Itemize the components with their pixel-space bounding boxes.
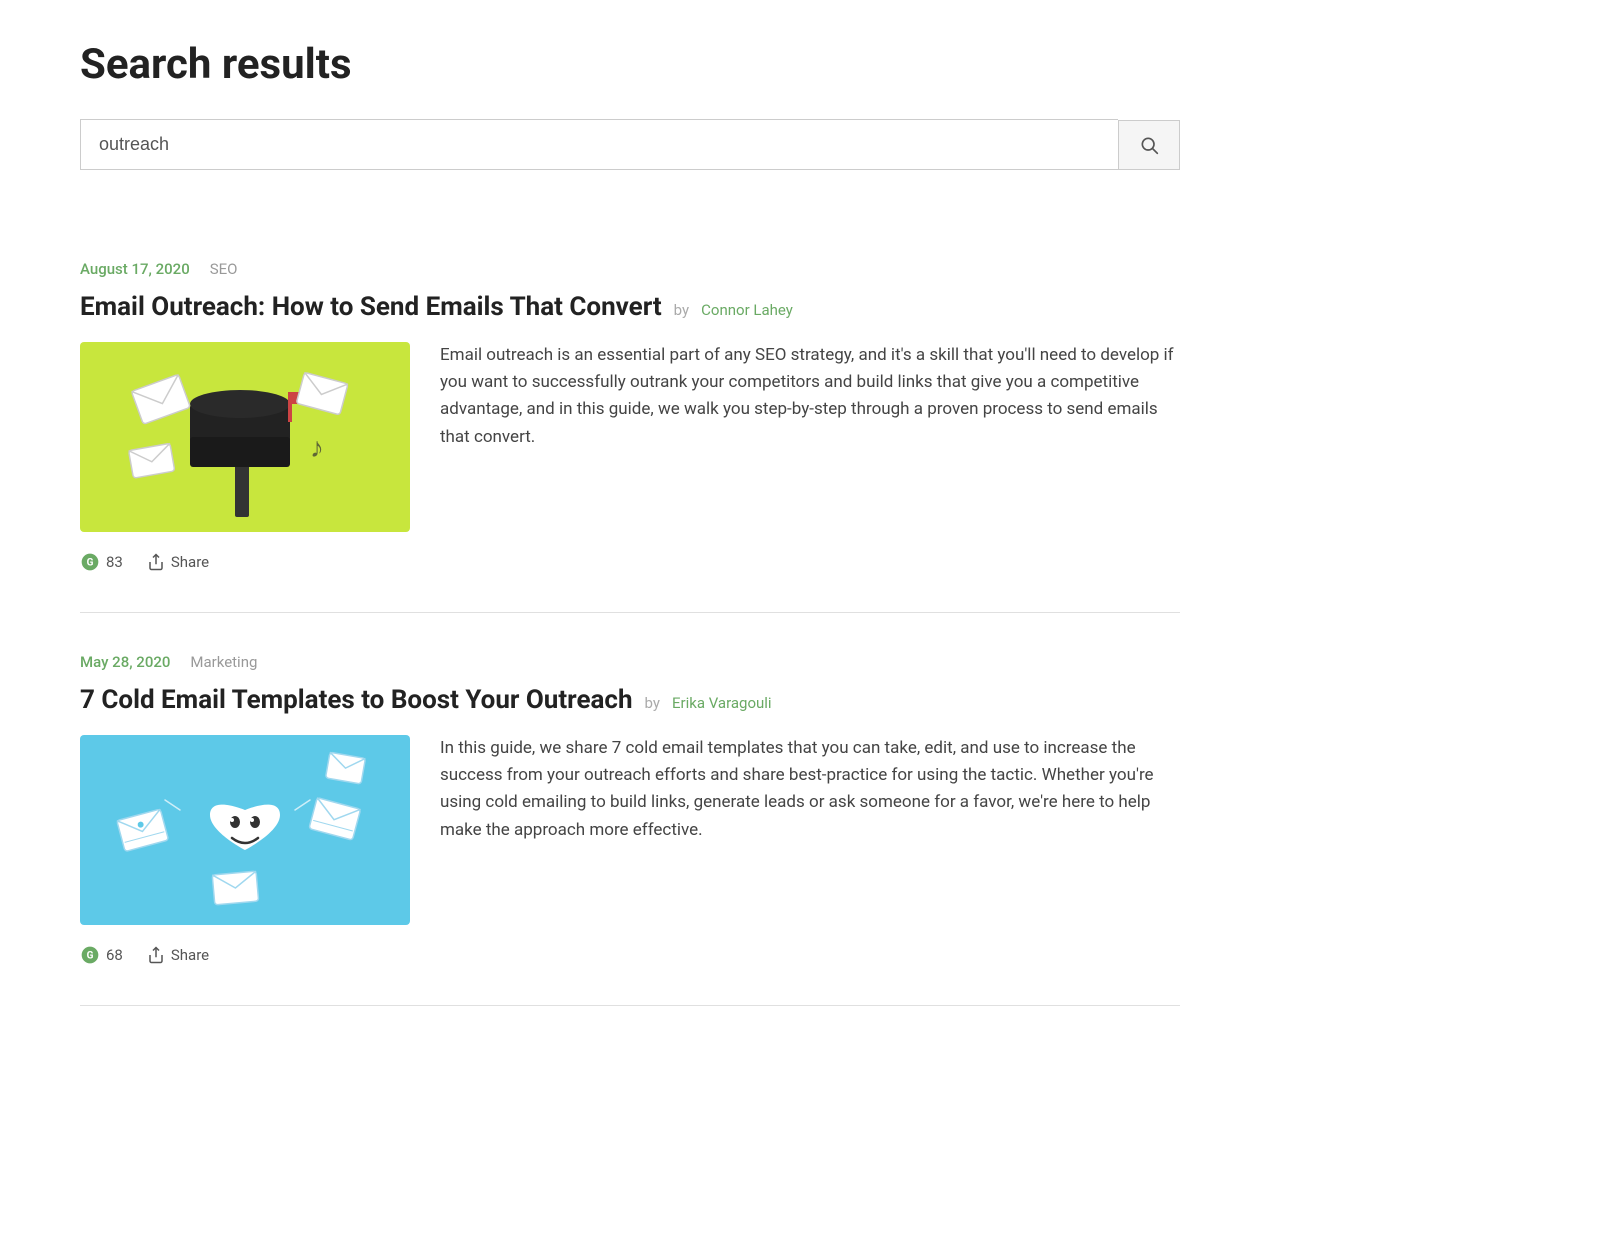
- result-image-1: ♪: [80, 342, 410, 532]
- result-meta-2: May 28, 2020 Marketing: [80, 653, 1180, 671]
- result-author-1[interactable]: Connor Lahey: [701, 301, 793, 319]
- vote-count-1: 83: [106, 553, 123, 571]
- result-category-1: SEO: [210, 260, 238, 278]
- result-by-2: by: [645, 694, 660, 712]
- result-title-row-2: 7 Cold Email Templates to Boost Your Out…: [80, 685, 1180, 715]
- result-by-1: by: [674, 301, 689, 319]
- result-description-2: In this guide, we share 7 cold email tem…: [440, 735, 1180, 925]
- vote-icon-1: G: [80, 552, 100, 572]
- result-share-2[interactable]: Share: [147, 946, 209, 964]
- share-icon-2: [147, 946, 165, 964]
- result-title-1[interactable]: Email Outreach: How to Send Emails That …: [80, 292, 662, 322]
- result-footer-2: G 68 Share: [80, 945, 1180, 965]
- result-item-1: August 17, 2020 SEO Email Outreach: How …: [80, 220, 1180, 613]
- share-icon-1: [147, 553, 165, 571]
- result-meta-1: August 17, 2020 SEO: [80, 260, 1180, 278]
- svg-text:G: G: [87, 557, 94, 568]
- result-title-row-1: Email Outreach: How to Send Emails That …: [80, 292, 1180, 322]
- vote-count-2: 68: [106, 946, 123, 964]
- results-container: August 17, 2020 SEO Email Outreach: How …: [80, 220, 1180, 1006]
- search-icon: [1139, 135, 1159, 155]
- result-item-2: May 28, 2020 Marketing 7 Cold Email Temp…: [80, 613, 1180, 1006]
- svg-text:G: G: [87, 950, 94, 961]
- result-description-1: Email outreach is an essential part of a…: [440, 342, 1180, 532]
- result-votes-2[interactable]: G 68: [80, 945, 123, 965]
- result-title-2[interactable]: 7 Cold Email Templates to Boost Your Out…: [80, 685, 633, 715]
- result-body-2: In this guide, we share 7 cold email tem…: [80, 735, 1180, 925]
- result-body-1: ♪ Email outreach is an essential part of…: [80, 342, 1180, 532]
- share-label-1: Share: [171, 553, 209, 571]
- result-votes-1[interactable]: G 83: [80, 552, 123, 572]
- result-date-2: May 28, 2020: [80, 653, 170, 671]
- page-title: Search results: [80, 40, 1520, 89]
- search-bar: [80, 119, 1180, 170]
- search-button[interactable]: [1118, 120, 1180, 170]
- result-footer-1: G 83 Share: [80, 552, 1180, 572]
- result-share-1[interactable]: Share: [147, 553, 209, 571]
- result-date-1: August 17, 2020: [80, 260, 190, 278]
- vote-icon-2: G: [80, 945, 100, 965]
- mailbox-illustration: ♪: [80, 342, 410, 532]
- heart-illustration: [80, 735, 410, 925]
- result-image-2: [80, 735, 410, 925]
- svg-text:♪: ♪: [310, 431, 324, 464]
- search-input[interactable]: [80, 119, 1118, 170]
- result-author-2[interactable]: Erika Varagouli: [672, 694, 772, 712]
- result-category-2: Marketing: [190, 653, 257, 671]
- share-label-2: Share: [171, 946, 209, 964]
